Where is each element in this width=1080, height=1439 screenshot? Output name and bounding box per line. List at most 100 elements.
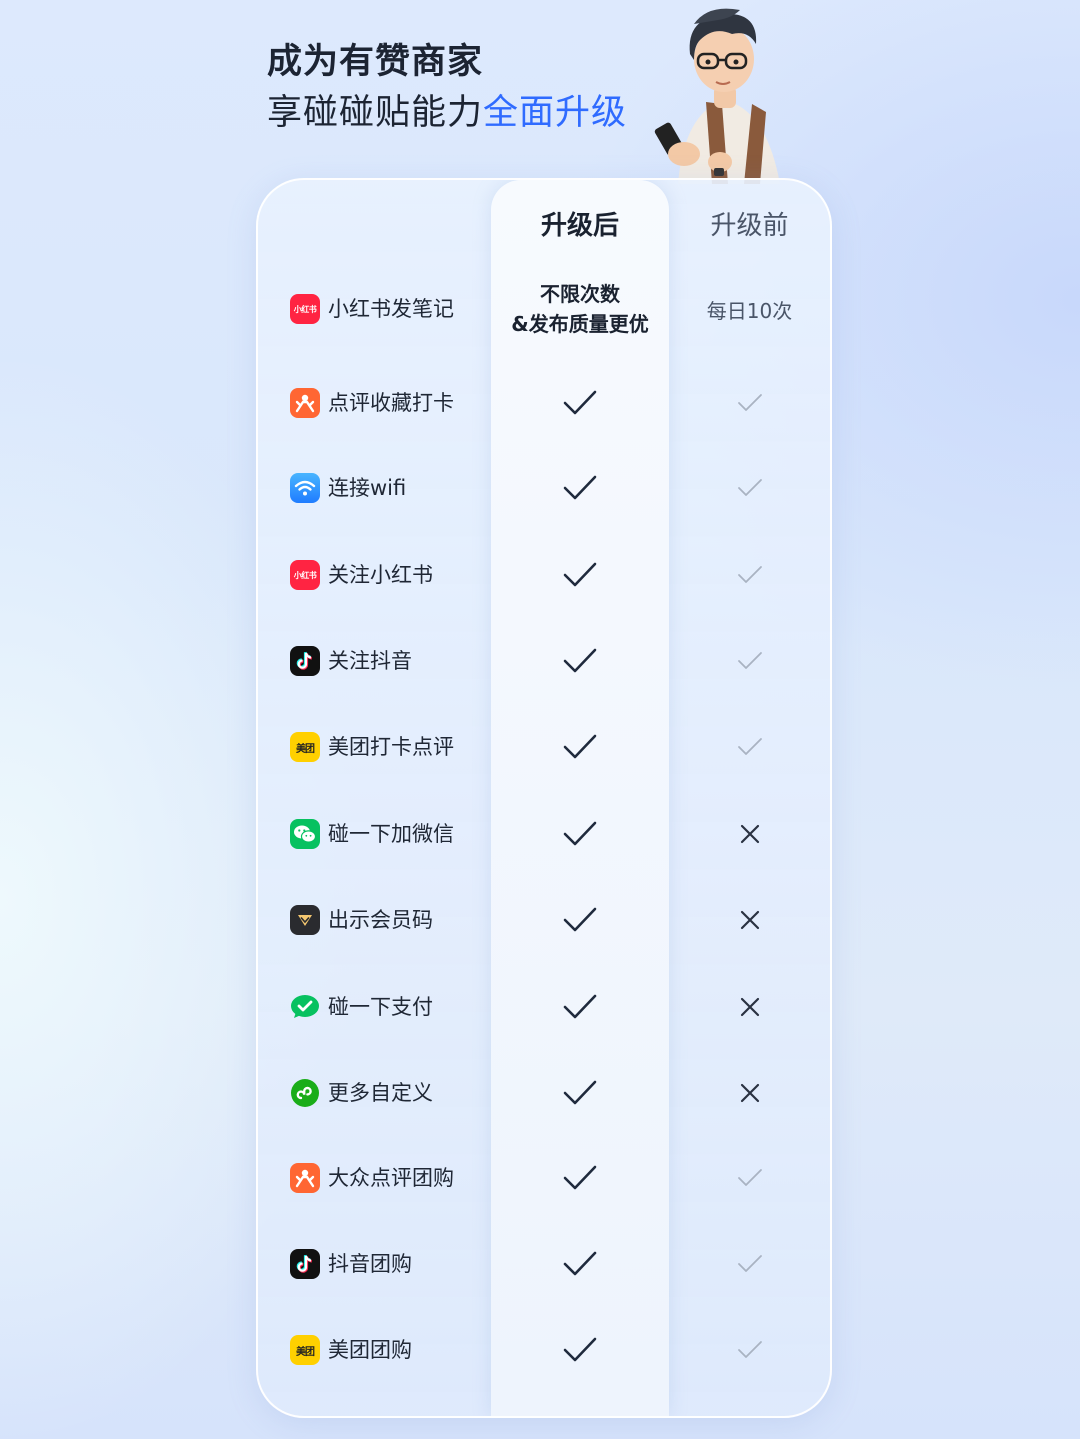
headline-line2-prefix: 享碰碰贴能力	[267, 93, 484, 133]
after-value-line2: &发布质量更优	[511, 312, 649, 336]
row-label: 关注小红书	[328, 563, 433, 587]
wechat-icon	[290, 819, 320, 849]
row-label: 美团打卡点评	[328, 735, 454, 759]
check-icon	[563, 1165, 597, 1190]
after-cell	[491, 1307, 669, 1393]
after-cell	[491, 1135, 669, 1221]
check-icon	[563, 1337, 597, 1362]
row-label: 点评收藏打卡	[328, 391, 454, 415]
douyin-icon	[290, 646, 320, 676]
avatar-illustration	[654, 8, 780, 184]
row-label: 碰一下加微信	[328, 822, 454, 846]
headline-line2: 享碰碰贴能力全面升级	[267, 88, 627, 138]
cross-icon	[740, 910, 759, 930]
cross-icon	[740, 997, 759, 1017]
row-label: 更多自定义	[328, 1081, 433, 1105]
wechat-pay-icon	[290, 992, 320, 1022]
before-cell	[669, 964, 830, 1050]
table-row: 小红书 关注小红书	[258, 532, 830, 618]
check-light-icon	[737, 394, 762, 411]
check-icon	[563, 1251, 597, 1276]
column-header-before: 升级前	[710, 211, 789, 241]
table-row: 美团 美团团购	[258, 1307, 830, 1393]
table-row: 关注抖音	[258, 618, 830, 704]
dianping-icon	[290, 1163, 320, 1193]
row-label: 美团团购	[328, 1338, 412, 1362]
member-code-icon	[290, 905, 320, 935]
row-label: 碰一下支付	[328, 995, 433, 1019]
after-cell	[491, 877, 669, 963]
headline-line1: 成为有赞商家	[267, 42, 484, 82]
check-icon	[563, 907, 597, 932]
row-label: 关注抖音	[328, 649, 412, 673]
before-cell	[669, 1050, 830, 1136]
before-cell	[669, 1307, 830, 1393]
check-light-icon	[737, 479, 762, 496]
after-value-line1: 不限次数	[539, 282, 620, 306]
xiaohongshu-icon: 小红书	[290, 294, 320, 324]
before-cell	[669, 1135, 830, 1221]
row-label: 出示会员码	[328, 908, 433, 932]
row-label: 抖音团购	[328, 1252, 412, 1276]
check-icon	[563, 648, 597, 673]
after-cell	[491, 964, 669, 1050]
wifi-icon	[290, 473, 320, 503]
after-cell	[491, 445, 669, 531]
check-light-icon	[737, 738, 762, 755]
table-row: 点评收藏打卡	[258, 360, 830, 446]
check-icon	[563, 390, 597, 415]
mini-program-icon	[290, 1078, 320, 1108]
table-row: 美团 美团打卡点评	[258, 704, 830, 790]
check-icon	[563, 821, 597, 846]
after-cell: 不限次数 &发布质量更优	[491, 249, 669, 369]
table-row: 连接wifi	[258, 445, 830, 531]
table-row: 碰一下支付	[258, 964, 830, 1050]
table-row: 抖音团购	[258, 1221, 830, 1307]
before-cell	[669, 360, 830, 446]
after-value: 不限次数 &发布质量更优	[511, 279, 648, 339]
after-cell	[491, 791, 669, 877]
xiaohongshu-icon: 小红书	[290, 560, 320, 590]
table-row: 大众点评团购	[258, 1135, 830, 1221]
before-cell	[669, 704, 830, 790]
check-icon	[563, 475, 597, 500]
before-cell	[669, 1221, 830, 1307]
cross-icon	[740, 824, 759, 844]
table-row: 更多自定义	[258, 1050, 830, 1136]
before-cell	[669, 618, 830, 704]
check-light-icon	[737, 652, 762, 669]
after-cell	[491, 532, 669, 618]
dianping-icon	[290, 388, 320, 418]
douyin-icon	[290, 1249, 320, 1279]
after-cell	[491, 704, 669, 790]
before-value: 每日10次	[706, 298, 793, 323]
column-header-after: 升级后	[540, 211, 619, 241]
headline: 成为有赞商家 享碰碰贴能力全面升级	[267, 38, 627, 138]
check-icon	[563, 562, 597, 587]
table-row: 出示会员码	[258, 877, 830, 963]
after-cell	[491, 1221, 669, 1307]
check-light-icon	[737, 1169, 762, 1186]
row-label: 大众点评团购	[328, 1166, 454, 1190]
check-icon	[563, 1080, 597, 1105]
check-light-icon	[737, 566, 762, 583]
check-light-icon	[737, 1255, 762, 1272]
before-cell	[669, 791, 830, 877]
meituan-icon: 美团	[290, 732, 320, 762]
headline-line2-accent: 全面升级	[483, 93, 628, 133]
table-row: 小红书 小红书发笔记 不限次数 &发布质量更优 每日10次	[258, 249, 830, 369]
row-label: 小红书发笔记	[328, 297, 454, 321]
comparison-card: 升级后 升级前 小红书 小红书发笔记 不限次数 &发布质量更优 每日10次 点评收藏打卡连…	[256, 178, 832, 1418]
before-cell	[669, 877, 830, 963]
check-icon	[563, 994, 597, 1019]
check-light-icon	[737, 1341, 762, 1358]
check-icon	[563, 734, 597, 759]
after-cell	[491, 360, 669, 446]
after-cell	[491, 1050, 669, 1136]
meituan-icon: 美团	[290, 1335, 320, 1365]
after-cell	[491, 618, 669, 704]
cross-icon	[740, 1083, 759, 1103]
row-label: 连接wifi	[328, 476, 407, 500]
table-row: 碰一下加微信	[258, 791, 830, 877]
before-cell	[669, 532, 830, 618]
